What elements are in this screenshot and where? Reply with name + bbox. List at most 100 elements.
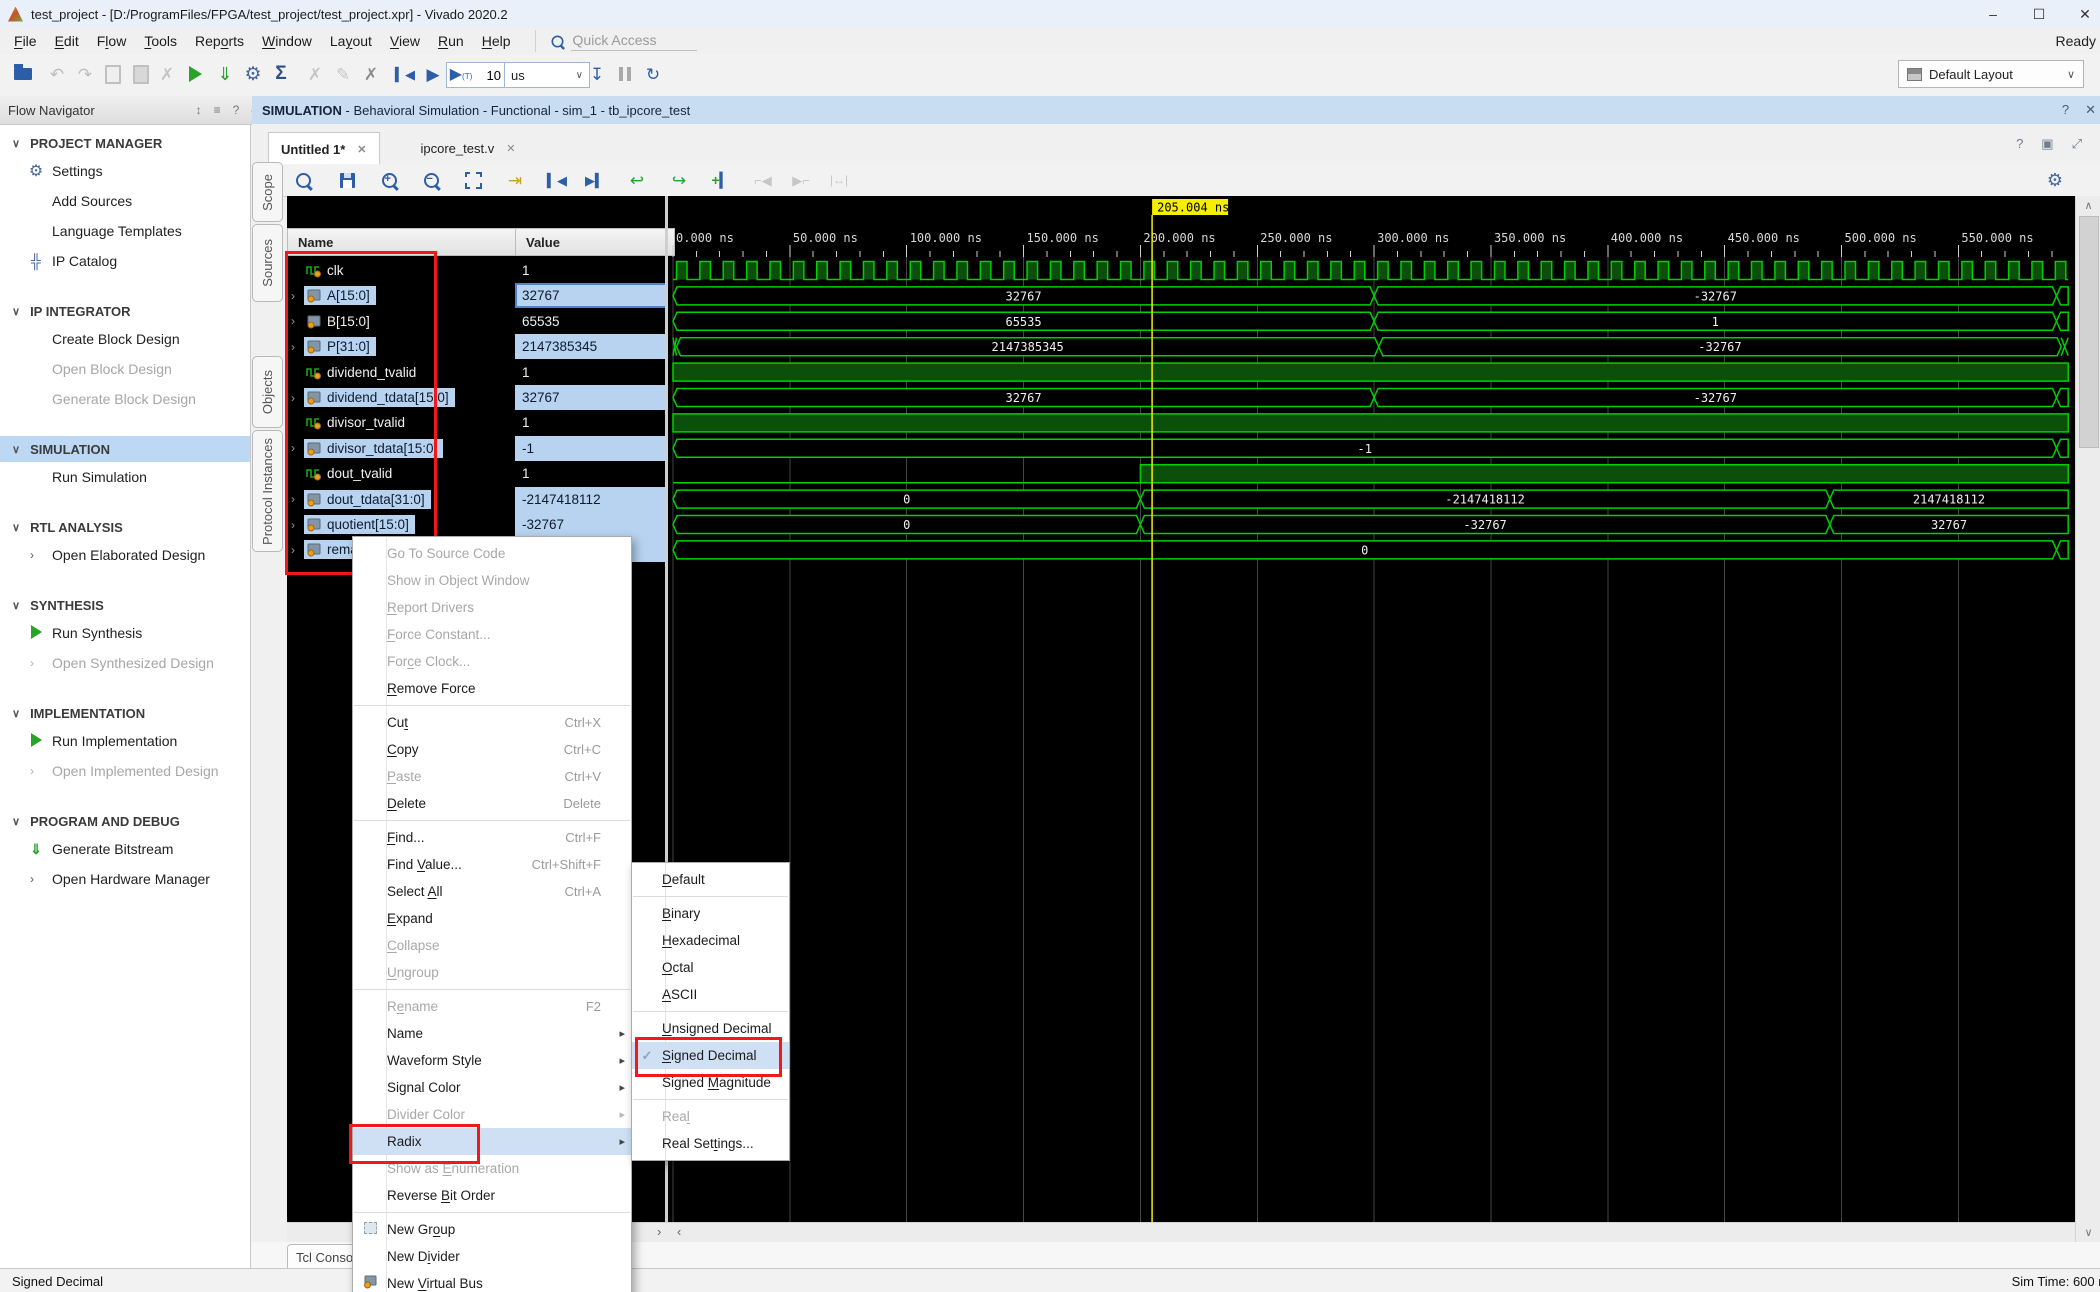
- menu-item-report-drivers[interactable]: Report Drivers: [353, 594, 631, 621]
- menu-item-ungroup[interactable]: Ungroup: [353, 959, 631, 986]
- settings-gear-icon[interactable]: ⚙: [240, 54, 266, 94]
- flownav-section-synthesis[interactable]: ∨SYNTHESIS: [0, 592, 250, 618]
- expand-icon[interactable]: ›: [291, 441, 304, 455]
- menu-item-collapse[interactable]: Collapse: [353, 932, 631, 959]
- signal-name-dividend-tdata-15-0-[interactable]: ›dividend_tdata[15:0]: [287, 385, 511, 410]
- menu-run[interactable]: Run: [438, 33, 464, 49]
- scroll-down-icon[interactable]: ∨: [2076, 1226, 2100, 1239]
- signal-name-dividend-tvalid[interactable]: dividend_tvalid: [287, 360, 511, 385]
- restart-sim-icon[interactable]: ▍◀: [392, 54, 418, 94]
- flownav-item-open-block-design[interactable]: Open Block Design: [0, 354, 250, 384]
- signal-value-divisor-tvalid[interactable]: 1: [515, 410, 665, 435]
- menu-item-hexadecimal[interactable]: Hexadecimal: [632, 927, 789, 954]
- signal-value-a-15-0-[interactable]: 32767: [515, 283, 665, 308]
- signal-name-quotient-15-0-[interactable]: ›quotient[15:0]: [287, 512, 511, 537]
- flownav-item-run-simulation[interactable]: Run Simulation: [0, 462, 250, 492]
- flownav-section-ip-integrator[interactable]: ∨IP INTEGRATOR: [0, 298, 250, 324]
- zoom-in-icon[interactable]: +: [376, 164, 402, 196]
- flownav-item-settings[interactable]: ⚙Settings: [0, 156, 250, 186]
- signal-value-divisor-tdata-15-0-[interactable]: -1: [515, 436, 665, 461]
- menu-item-signal-color[interactable]: Signal Color▸: [353, 1074, 631, 1101]
- paste-icon[interactable]: [128, 54, 154, 94]
- menu-item-cut[interactable]: CutCtrl+X: [353, 709, 631, 736]
- add-marker-icon[interactable]: +▎: [708, 164, 734, 196]
- collapse-all-icon[interactable]: ↕: [196, 103, 202, 117]
- maximize-panel-icon[interactable]: ⤢: [2072, 136, 2082, 152]
- menu-item-go-to-source-code[interactable]: Go To Source Code: [353, 540, 631, 567]
- signal-value-p-31-0-[interactable]: 2147385345: [515, 334, 665, 359]
- delete-icon[interactable]: ✗: [154, 54, 180, 94]
- time-unit-select[interactable]: us ∨: [504, 62, 590, 88]
- flownav-section-simulation[interactable]: ∨SIMULATION: [0, 436, 250, 462]
- waveform-settings-gear-icon[interactable]: ⚙: [2042, 164, 2068, 196]
- signal-name-p-31-0-[interactable]: ›P[31:0]: [287, 334, 511, 359]
- fit-range-gray-icon[interactable]: |↔|: [826, 164, 852, 196]
- expand-icon[interactable]: ›: [291, 314, 304, 328]
- signal-name-dout-tvalid[interactable]: dout_tvalid: [287, 461, 511, 486]
- side-tab-objects[interactable]: Objects: [252, 356, 283, 428]
- signal-name-dout-tdata-31-0-[interactable]: ›dout_tdata[31:0]: [287, 487, 511, 512]
- menu-item-new-virtual-bus[interactable]: New Virtual Bus: [353, 1270, 631, 1292]
- flownav-item-create-block-design[interactable]: Create Block Design: [0, 324, 250, 354]
- menu-item-remove-force[interactable]: Remove Force: [353, 675, 631, 702]
- signal-name-clk[interactable]: clk: [287, 258, 511, 283]
- flownav-item-language-templates[interactable]: Language Templates: [0, 216, 250, 246]
- menu-item-paste[interactable]: PasteCtrl+V: [353, 763, 631, 790]
- quick-access-input[interactable]: Quick Access: [571, 32, 697, 51]
- flownav-item-run-synthesis[interactable]: Run Synthesis: [0, 618, 250, 648]
- snap-cursor-icon[interactable]: ↪: [666, 164, 692, 196]
- flownav-item-add-sources[interactable]: Add Sources: [0, 186, 250, 216]
- flownav-item-run-implementation[interactable]: Run Implementation: [0, 726, 250, 756]
- close-tab-icon[interactable]: ✕: [506, 142, 515, 155]
- scroll-left-icon[interactable]: ‹: [677, 1224, 681, 1239]
- menu-item-expand[interactable]: Expand: [353, 905, 631, 932]
- expand-icon[interactable]: ›: [291, 518, 304, 532]
- menu-item-default[interactable]: Default: [632, 866, 789, 893]
- scroll-up-icon[interactable]: ∧: [2076, 199, 2100, 212]
- side-tab-sources[interactable]: Sources: [252, 224, 283, 302]
- flownav-item-generate-block-design[interactable]: Generate Block Design: [0, 384, 250, 414]
- signal-value-dividend-tvalid[interactable]: 1: [515, 360, 665, 385]
- run-for-time-icon[interactable]: ▶(T): [448, 54, 474, 94]
- signal-value-quotient-15-0-[interactable]: -32767: [515, 512, 665, 537]
- prev-transition-icon[interactable]: ▍◀: [544, 164, 570, 196]
- copy-icon[interactable]: [100, 54, 126, 94]
- signal-value-b-15-0-[interactable]: 65535: [515, 309, 665, 334]
- flownav-section-rtl-analysis[interactable]: ∨RTL ANALYSIS: [0, 514, 250, 540]
- zoom-to-cursor-icon[interactable]: ⇥: [502, 164, 528, 196]
- flownav-section-implementation[interactable]: ∨IMPLEMENTATION: [0, 700, 250, 726]
- menu-item-show-as-enumeration[interactable]: Show as Enumeration: [353, 1155, 631, 1182]
- maximize-button[interactable]: ☐: [2024, 6, 2054, 23]
- redo-icon[interactable]: ↷: [72, 54, 98, 94]
- menu-file[interactable]: File: [14, 33, 37, 49]
- goto-time-0-gray-icon[interactable]: ⌐◀: [750, 164, 776, 196]
- close-gray-icon[interactable]: ✗: [302, 54, 328, 94]
- menu-item-find-value[interactable]: Find Value...Ctrl+Shift+F: [353, 851, 631, 878]
- flownav-section-project-manager[interactable]: ∨PROJECT MANAGER: [0, 130, 250, 156]
- menu-flow[interactable]: Flow: [97, 33, 127, 49]
- run-all-icon[interactable]: ▶: [420, 54, 446, 94]
- vertical-scrollbar[interactable]: ∧ ∨: [2075, 196, 2100, 1242]
- signal-name-divisor-tdata-15-0-[interactable]: ›divisor_tdata[15:0]: [287, 436, 511, 461]
- close-panel-icon[interactable]: ✕: [2085, 102, 2096, 118]
- menu-item-show-in-object-window[interactable]: Show in Object Window: [353, 567, 631, 594]
- swap-cursor-icon[interactable]: ↩: [624, 164, 650, 196]
- pause-icon[interactable]: [612, 54, 638, 94]
- layout-selector[interactable]: Default Layout ∨: [1898, 60, 2084, 88]
- menu-item-waveform-style[interactable]: Waveform Style▸: [353, 1047, 631, 1074]
- generate-bitstream-icon[interactable]: ⇓: [212, 54, 238, 94]
- menu-item-real[interactable]: Real: [632, 1103, 789, 1130]
- menu-view[interactable]: View: [390, 33, 420, 49]
- menu-item-force-clock[interactable]: Force Clock...: [353, 648, 631, 675]
- menu-item-real-settings[interactable]: Real Settings...: [632, 1130, 789, 1157]
- tab-untitled-1-[interactable]: Untitled 1*✕: [268, 132, 380, 165]
- float-window-icon[interactable]: ▣: [2041, 136, 2053, 152]
- close-button[interactable]: ✕: [2070, 6, 2100, 23]
- menu-item-find[interactable]: Find...Ctrl+F: [353, 824, 631, 851]
- edit-gray-icon[interactable]: ✎: [330, 54, 356, 94]
- close-tab-icon[interactable]: ✕: [357, 143, 366, 156]
- signal-name-divisor-tvalid[interactable]: divisor_tvalid: [287, 410, 511, 435]
- menu-item-select-all[interactable]: Select AllCtrl+A: [353, 878, 631, 905]
- menu-window[interactable]: Window: [262, 33, 312, 49]
- zoom-fit-icon[interactable]: [460, 164, 486, 196]
